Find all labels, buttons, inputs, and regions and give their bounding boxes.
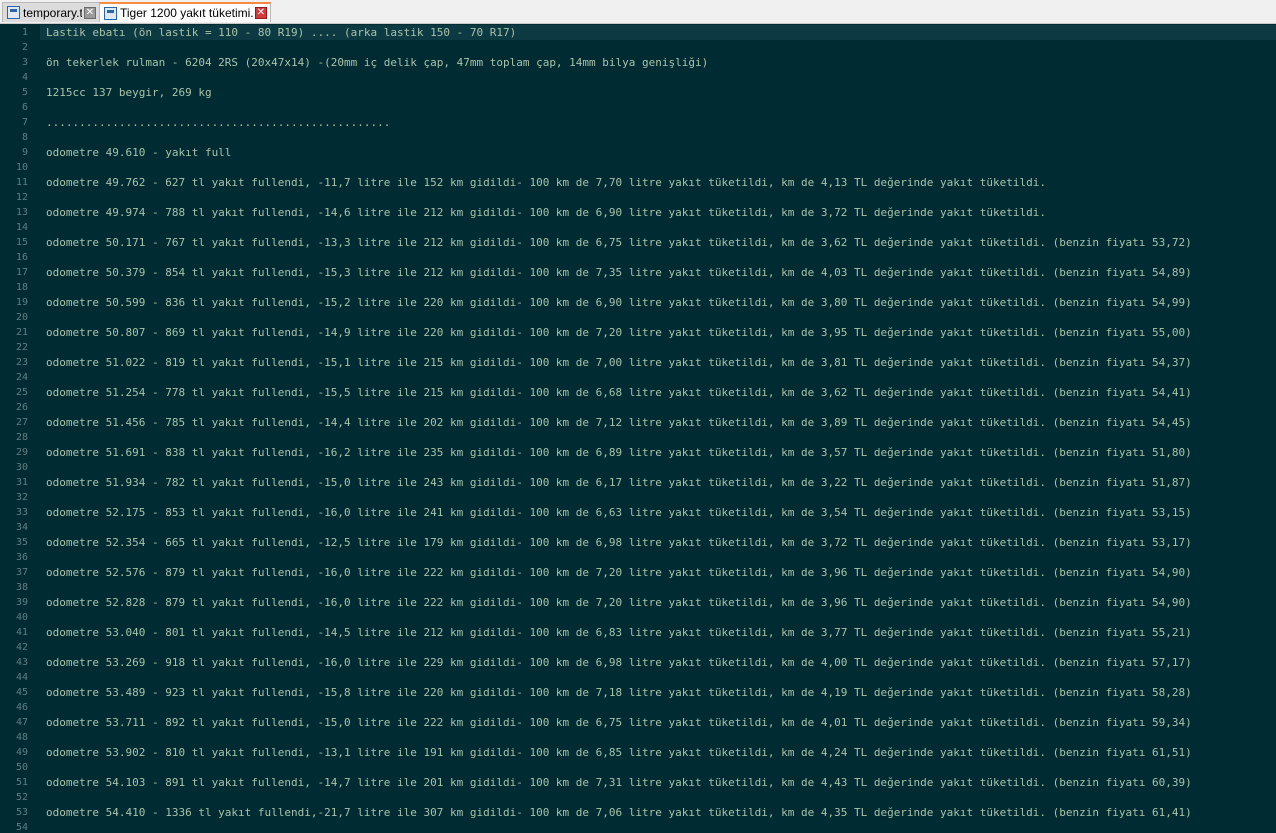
line-number: 38	[15, 582, 28, 593]
editor-line[interactable]: odometre 51.934 - 782 tl yakıt fullendi,…	[46, 475, 1192, 490]
editor-line[interactable]: odometre 52.576 - 879 tl yakıt fullendi,…	[46, 565, 1192, 580]
text-file-icon	[7, 6, 20, 19]
editor-line[interactable]: odometre 54.103 - 891 tl yakıt fullendi,…	[46, 775, 1192, 790]
editor-line[interactable]: odometre 53.040 - 801 tl yakıt fullendi,…	[46, 625, 1192, 640]
line-number: 17	[15, 267, 28, 278]
close-icon[interactable]: ✕	[255, 7, 267, 19]
editor-line[interactable]: odometre 50.807 - 869 tl yakıt fullendi,…	[46, 325, 1192, 340]
editor-line[interactable]: odometre 51.254 - 778 tl yakıt fullendi,…	[46, 385, 1192, 400]
line-number: 44	[15, 672, 28, 683]
line-number: 53	[15, 807, 28, 818]
line-number: 18	[15, 282, 28, 293]
editor-line[interactable]: odometre 51.022 - 819 tl yakıt fullendi,…	[46, 355, 1192, 370]
line-number-gutter: 1 2 3 4 5 6 7 8 9 10 11 12 13 14 15 16 17 18 19 20 21 22 23 24 2…	[0, 24, 40, 833]
line-number: 43	[15, 657, 28, 668]
line-number: 50	[15, 762, 28, 773]
editor-line[interactable]: odometre 52.828 - 879 tl yakıt fullendi,…	[46, 595, 1192, 610]
line-number: 26	[15, 402, 28, 413]
line-number: 54	[15, 822, 28, 833]
line-number: 25	[15, 387, 28, 398]
line-number: 14	[15, 222, 28, 233]
line-number: 29	[15, 447, 28, 458]
line-number: 41	[15, 627, 28, 638]
line-number: 1	[21, 27, 28, 38]
line-number: 33	[15, 507, 28, 518]
editor-line[interactable]: odometre 52.354 - 665 tl yakıt fullendi,…	[46, 535, 1192, 550]
line-number: 47	[15, 717, 28, 728]
line-number: 9	[21, 147, 28, 158]
editor-line[interactable]: odometre 49.610 - yakıt full	[46, 145, 231, 160]
line-number: 24	[15, 372, 28, 383]
line-number: 23	[15, 357, 28, 368]
line-number: 19	[15, 297, 28, 308]
line-number: 11	[15, 177, 28, 188]
line-number: 39	[15, 597, 28, 608]
line-number: 51	[15, 777, 28, 788]
line-number: 52	[15, 792, 28, 803]
line-number: 37	[15, 567, 28, 578]
line-number: 8	[21, 132, 28, 143]
tab-label: temporary.txt	[23, 5, 82, 20]
line-number: 34	[15, 522, 28, 533]
text-file-icon	[104, 6, 117, 20]
editor-line[interactable]: odometre 53.902 - 810 tl yakıt fullendi,…	[46, 745, 1192, 760]
tab-label: Tiger 1200 yakıt tüketimi.txt	[120, 6, 253, 20]
line-number: 27	[15, 417, 28, 428]
line-number: 12	[15, 192, 28, 203]
editor-line[interactable]: odometre 53.711 - 892 tl yakıt fullendi,…	[46, 715, 1192, 730]
tab-tiger-1200[interactable]: Tiger 1200 yakıt tüketimi.txt ✕	[99, 2, 271, 22]
line-number: 16	[15, 252, 28, 263]
editor-line[interactable]: ön tekerlek rulman - 6204 2RS (20x47x14)…	[46, 55, 708, 70]
line-number: 3	[21, 57, 28, 68]
line-number: 4	[21, 72, 28, 83]
line-number: 20	[15, 312, 28, 323]
editor-line[interactable]: 1215cc 137 beygir, 269 kg	[46, 85, 212, 100]
line-number: 35	[15, 537, 28, 548]
editor[interactable]: 1 2 3 4 5 6 7 8 9 10 11 12 13 14 15 16 17 18 19 20 21 22 23 24 2…	[0, 24, 1276, 833]
line-number: 31	[15, 477, 28, 488]
line-number: 10	[15, 162, 28, 173]
editor-line[interactable]: odometre 54.410 - 1336 tl yakıt fullendi…	[46, 805, 1192, 820]
line-number: 36	[15, 552, 28, 563]
line-number: 22	[15, 342, 28, 353]
line-number: 15	[15, 237, 28, 248]
editor-line[interactable]: odometre 49.762 - 627 tl yakıt fullendi,…	[46, 175, 1046, 190]
editor-line[interactable]: odometre 50.599 - 836 tl yakıt fullendi,…	[46, 295, 1192, 310]
line-number: 13	[15, 207, 28, 218]
line-number: 32	[15, 492, 28, 503]
line-number: 30	[15, 462, 28, 473]
line-number: 21	[15, 327, 28, 338]
line-number: 40	[15, 612, 28, 623]
editor-line[interactable]: odometre 52.175 - 853 tl yakıt fullendi,…	[46, 505, 1192, 520]
line-number: 48	[15, 732, 28, 743]
editor-line[interactable]: odometre 50.379 - 854 tl yakıt fullendi,…	[46, 265, 1192, 280]
line-number: 45	[15, 687, 28, 698]
line-number: 6	[21, 102, 28, 113]
line-number: 7	[21, 117, 28, 128]
line-number: 49	[15, 747, 28, 758]
editor-line[interactable]: odometre 53.269 - 918 tl yakıt fullendi,…	[46, 655, 1192, 670]
line-number: 5	[21, 87, 28, 98]
text-area[interactable]: Lastik ebatı (ön lastik = 110 - 80 R19) …	[40, 24, 1276, 833]
tab-temporary[interactable]: temporary.txt ✕	[2, 2, 100, 22]
line-number: 42	[15, 642, 28, 653]
line-number: 28	[15, 432, 28, 443]
editor-line[interactable]: odometre 51.456 - 785 tl yakıt fullendi,…	[46, 415, 1192, 430]
editor-line[interactable]: Lastik ebatı (ön lastik = 110 - 80 R19) …	[46, 25, 516, 40]
editor-line[interactable]: odometre 53.489 - 923 tl yakıt fullendi,…	[46, 685, 1192, 700]
line-number: 46	[15, 702, 28, 713]
close-icon[interactable]: ✕	[84, 6, 96, 19]
line-number: 2	[21, 42, 28, 53]
editor-line[interactable]: odometre 51.691 - 838 tl yakıt fullendi,…	[46, 445, 1192, 460]
editor-line[interactable]: odometre 50.171 - 767 tl yakıt fullendi,…	[46, 235, 1192, 250]
editor-line[interactable]: ........................................…	[46, 115, 390, 130]
editor-line[interactable]: odometre 49.974 - 788 tl yakıt fullendi,…	[46, 205, 1046, 220]
tab-bar: temporary.txt ✕ Tiger 1200 yakıt tüketim…	[0, 0, 1276, 24]
